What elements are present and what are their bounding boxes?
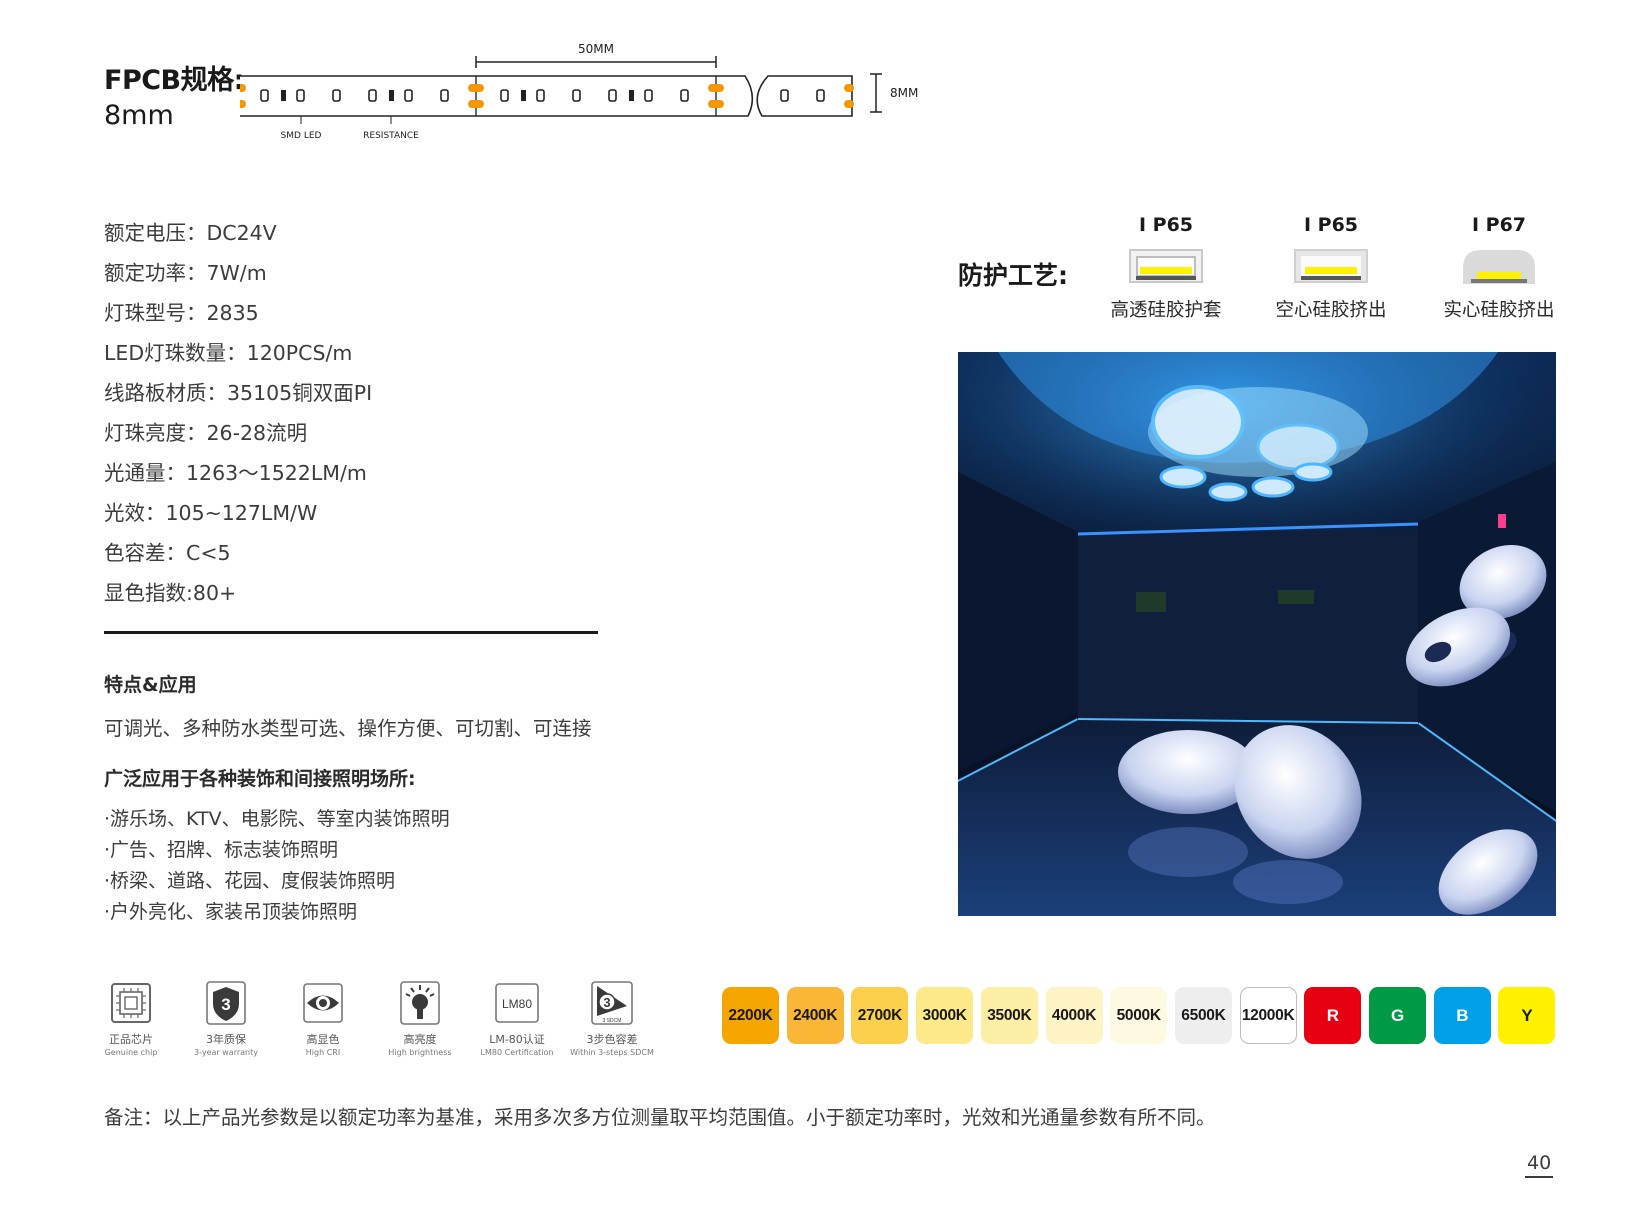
sdcm-number: 3: [603, 995, 610, 1010]
ip-rating: I P65: [1303, 214, 1359, 236]
color-chip-2200k: 2200K: [722, 987, 779, 1044]
protection-label: 防护工艺:: [958, 261, 1068, 290]
led-strip-diagram: 50MM SMD LED RESISTANCE 8MM: [240, 42, 918, 141]
feature-label-en: LM80 Certification: [480, 1048, 554, 1057]
lm80-icon: LM80: [495, 983, 539, 1023]
spec-item: 额定功率：7W/m: [104, 261, 267, 285]
footnote: 备注：以上产品光参数是以额定功率为基准，采用多次多方位测量取平均范围值。小于额定…: [104, 1106, 1216, 1129]
chip-icon: [111, 983, 151, 1023]
feature-label-zh: 正品芯片: [109, 1033, 153, 1046]
spec-item: LED灯珠数量：120PCS/m: [104, 341, 353, 365]
feature-high-cri: 高显色 High CRI: [273, 980, 373, 1057]
feature-label-en: Genuine chip: [104, 1048, 158, 1057]
feature-label-zh: 3步色容差: [586, 1033, 638, 1046]
solid-profile-icon: [1463, 250, 1535, 284]
color-chip-3500k: 3500K: [980, 987, 1038, 1044]
feature-sdcm: 3 3 SDCM 3步色容差 Within 3-steps SDCM: [562, 980, 662, 1057]
color-chip-2400k: 2400K: [786, 987, 844, 1044]
spec-item: 额定电压：DC24V: [104, 221, 277, 245]
protection-name: 空心硅胶挤出: [1275, 300, 1387, 321]
feature-label-en: High brightness: [388, 1048, 452, 1057]
protection-name: 高透硅胶护套: [1110, 300, 1222, 321]
label-smd-led: SMD LED: [281, 131, 322, 141]
label-resistance: RESISTANCE: [363, 131, 419, 141]
sdcm-sub: 3 SDCM: [603, 1018, 622, 1024]
feature-warranty: 3 3年质保 3-year warranty: [176, 980, 276, 1057]
protection-item-sleeve: I P65 高透硅胶护套: [1091, 214, 1241, 322]
application-scene-image: [958, 352, 1556, 916]
color-chip-y: Y: [1498, 987, 1556, 1044]
sdcm-icon: 3 3 SDCM: [591, 981, 633, 1025]
feature-lm80: LM80 LM-80认证 LM80 Certification: [467, 980, 567, 1057]
protection-name: 实心硅胶挤出: [1443, 300, 1555, 321]
feature-label-zh: 高亮度: [403, 1033, 437, 1046]
feature-label-zh: 3年质保: [206, 1033, 246, 1046]
dimension-50mm: 50MM: [578, 42, 614, 56]
color-chip-4000k: 4000K: [1045, 987, 1103, 1044]
application-item: ·桥梁、道路、花园、度假装饰照明: [104, 870, 396, 892]
feature-label-zh: LM-80认证: [489, 1033, 545, 1046]
bulb-icon: [400, 981, 440, 1025]
fpcb-width: 8mm: [104, 100, 174, 131]
spec-item: 线路板材质：35105铜双面PI: [104, 381, 373, 405]
feature-label-en: 3-year warranty: [194, 1048, 258, 1057]
dimension-8mm: 8MM: [890, 86, 918, 100]
protection-item-hollow: I P65 空心硅胶挤出: [1256, 214, 1406, 322]
spec-list: 额定电压：DC24V 额定功率：7W/m 灯珠型号：2835 LED灯珠数量：1…: [104, 213, 372, 613]
feature-genuine-chip: 正品芯片 Genuine chip: [81, 980, 181, 1057]
color-chip-6500k: 6500K: [1174, 987, 1232, 1044]
features-heading: 特点&应用: [104, 674, 197, 696]
eye-icon: [303, 983, 343, 1023]
color-chip-2700k: 2700K: [851, 987, 909, 1044]
spec-item: 光效：105~127LM/W: [104, 501, 318, 525]
feature-label-en: Within 3-steps SDCM: [570, 1048, 654, 1057]
application-item: ·游乐场、KTV、电影院、等室内装饰照明: [104, 808, 450, 830]
color-chip-r: R: [1304, 987, 1362, 1044]
applications-list: ·游乐场、KTV、电影院、等室内装饰照明 ·广告、招牌、标志装饰照明 ·桥梁、道…: [104, 804, 450, 928]
spec-item: 灯珠型号：2835: [104, 301, 259, 325]
features-text: 可调光、多种防水类型可选、操作方便、可切割、可连接: [104, 717, 592, 740]
protection-item-solid: I P67 实心硅胶挤出: [1424, 214, 1574, 322]
application-item: ·广告、招牌、标志装饰照明: [104, 839, 339, 861]
feature-label-en: High CRI: [305, 1048, 341, 1057]
page-number: 40: [1525, 1152, 1554, 1178]
color-chip-b: B: [1433, 987, 1491, 1044]
feature-high-brightness: 高亮度 High brightness: [370, 980, 470, 1057]
ip-rating: I P65: [1138, 214, 1194, 236]
feature-label-zh: 高显色: [306, 1033, 340, 1046]
fpcb-title: FPCB规格:: [104, 65, 244, 96]
shield-3-icon: 3: [206, 981, 246, 1025]
spec-item: 灯珠亮度：26-28流明: [104, 421, 308, 445]
spec-item: 光通量：1263～1522LM/m: [104, 461, 367, 485]
warranty-number: 3: [221, 995, 230, 1014]
application-item: ·户外亮化、家装吊顶装饰照明: [104, 901, 358, 923]
color-chip-12000k: 12000K: [1239, 987, 1297, 1044]
spec-item: 显色指数:80+: [104, 581, 237, 605]
lm80-glyph: LM80: [502, 997, 532, 1011]
color-chip-g: G: [1369, 987, 1426, 1044]
sleeve-profile-icon: [1129, 249, 1203, 283]
hollow-profile-icon: [1294, 249, 1368, 283]
ip-rating: I P67: [1471, 214, 1527, 236]
color-chip-3000k: 3000K: [916, 987, 974, 1044]
spec-item: 色容差：C<5: [104, 541, 231, 565]
applications-heading: 广泛应用于各种装饰和间接照明场所:: [104, 768, 416, 790]
color-chip-5000k: 5000K: [1110, 987, 1168, 1044]
section-divider: [104, 631, 598, 634]
